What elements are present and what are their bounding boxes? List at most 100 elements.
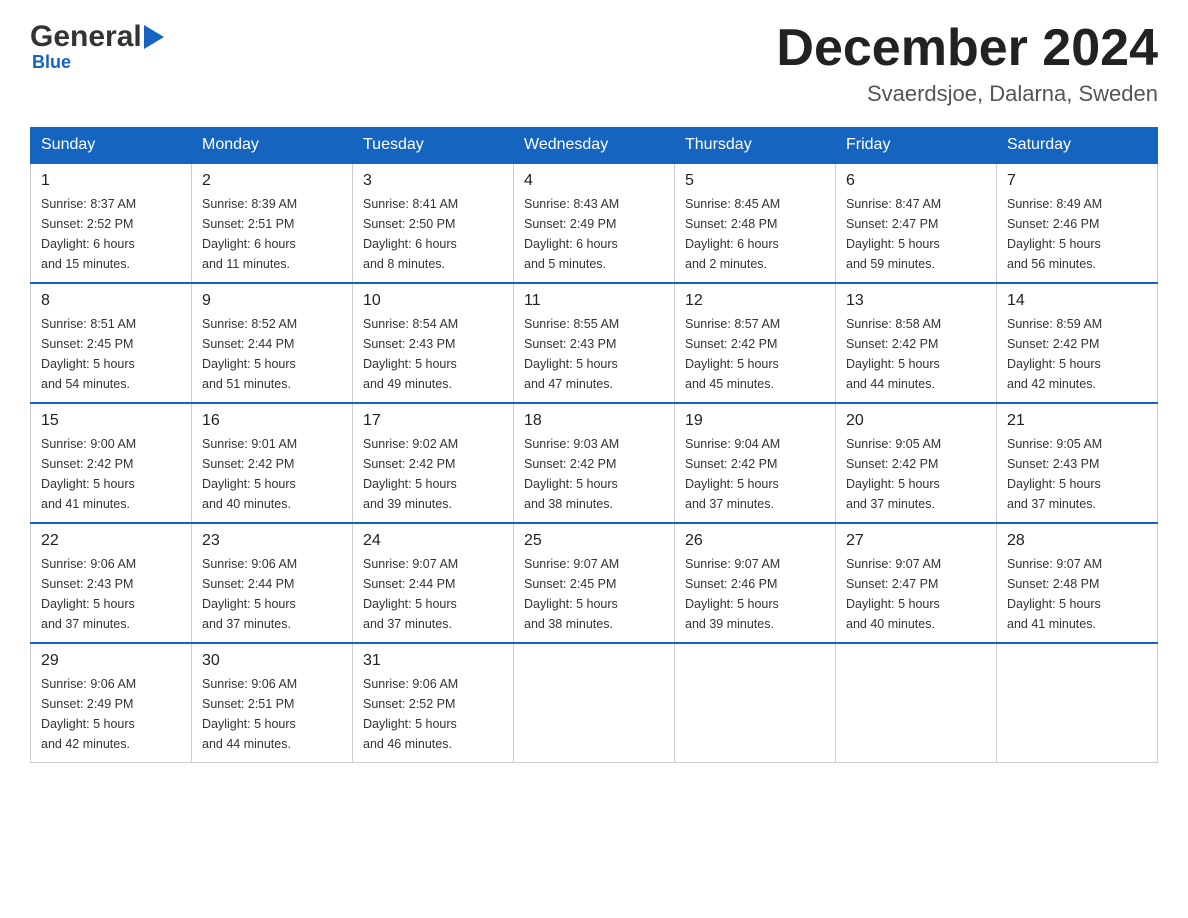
day-number: 12 <box>685 292 825 310</box>
day-info: Sunrise: 9:05 AMSunset: 2:42 PMDaylight:… <box>846 434 986 514</box>
calendar-week-row: 22 Sunrise: 9:06 AMSunset: 2:43 PMDayligh… <box>31 523 1158 643</box>
calendar-cell: 9Sunrise: 8:52 AMSunset: 2:44 PMDaylight… <box>192 283 353 403</box>
calendar-cell: 25Sunrise: 9:07 AMSunset: 2:45 PMDayligh… <box>514 523 675 643</box>
calendar-cell: 30Sunrise: 9:06 AMSunset: 2:51 PMDayligh… <box>192 643 353 763</box>
calendar-cell <box>675 643 836 763</box>
calendar-cell: 31Sunrise: 9:06 AMSunset: 2:52 PMDayligh… <box>353 643 514 763</box>
day-info: Sunrise: 9:06 AMSunset: 2:49 PMDaylight:… <box>41 674 181 754</box>
calendar-cell: 13Sunrise: 8:58 AMSunset: 2:42 PMDayligh… <box>836 283 997 403</box>
day-number: 24 <box>363 532 503 550</box>
day-number: 23 <box>202 532 342 550</box>
day-of-week-header: Monday <box>192 128 353 164</box>
calendar-cell: 19 Sunrise: 9:04 AMSunset: 2:42 PMDayligh… <box>675 403 836 523</box>
calendar-cell: 24 Sunrise: 9:07 AMSunset: 2:44 PMDayligh… <box>353 523 514 643</box>
day-of-week-header: Sunday <box>31 128 192 164</box>
day-info: Sunrise: 8:47 AMSunset: 2:47 PMDaylight:… <box>846 194 986 274</box>
day-number: 19 <box>685 412 825 430</box>
day-number: 22 <box>41 532 181 550</box>
day-number: 28 <box>1007 532 1147 550</box>
day-info: Sunrise: 9:07 AMSunset: 2:48 PMDaylight:… <box>1007 554 1147 634</box>
day-info: Sunrise: 8:57 AMSunset: 2:42 PMDaylight:… <box>685 314 825 394</box>
calendar-cell: 27Sunrise: 9:07 AMSunset: 2:47 PMDayligh… <box>836 523 997 643</box>
calendar-cell: 6 Sunrise: 8:47 AMSunset: 2:47 PMDaylight… <box>836 163 997 283</box>
calendar-cell <box>997 643 1158 763</box>
day-of-week-header: Thursday <box>675 128 836 164</box>
day-number: 11 <box>524 292 664 310</box>
day-of-week-header: Tuesday <box>353 128 514 164</box>
day-info: Sunrise: 8:55 AMSunset: 2:43 PMDaylight:… <box>524 314 664 394</box>
calendar-cell: 12 Sunrise: 8:57 AMSunset: 2:42 PMDayligh… <box>675 283 836 403</box>
calendar-week-row: 29 Sunrise: 9:06 AMSunset: 2:49 PMDayligh… <box>31 643 1158 763</box>
day-info: Sunrise: 9:07 AMSunset: 2:45 PMDaylight:… <box>524 554 664 634</box>
calendar-cell: 29 Sunrise: 9:06 AMSunset: 2:49 PMDayligh… <box>31 643 192 763</box>
day-number: 4 <box>524 172 664 190</box>
calendar-cell: 16 Sunrise: 9:01 AMSunset: 2:42 PMDayligh… <box>192 403 353 523</box>
calendar-cell: 26 Sunrise: 9:07 AMSunset: 2:46 PMDayligh… <box>675 523 836 643</box>
day-number: 17 <box>363 412 503 430</box>
day-info: Sunrise: 8:52 AMSunset: 2:44 PMDaylight:… <box>202 314 342 394</box>
day-number: 18 <box>524 412 664 430</box>
day-info: Sunrise: 8:58 AMSunset: 2:42 PMDaylight:… <box>846 314 986 394</box>
day-info: Sunrise: 9:00 AMSunset: 2:42 PMDaylight:… <box>41 434 181 514</box>
day-number: 16 <box>202 412 342 430</box>
calendar-cell: 8 Sunrise: 8:51 AMSunset: 2:45 PMDaylight… <box>31 283 192 403</box>
day-info: Sunrise: 9:07 AMSunset: 2:46 PMDaylight:… <box>685 554 825 634</box>
day-info: Sunrise: 8:54 AMSunset: 2:43 PMDaylight:… <box>363 314 503 394</box>
day-info: Sunrise: 8:45 AMSunset: 2:48 PMDaylight:… <box>685 194 825 274</box>
calendar-cell: 2Sunrise: 8:39 AMSunset: 2:51 PMDaylight… <box>192 163 353 283</box>
day-info: Sunrise: 9:02 AMSunset: 2:42 PMDaylight:… <box>363 434 503 514</box>
calendar-week-row: 8 Sunrise: 8:51 AMSunset: 2:45 PMDaylight… <box>31 283 1158 403</box>
day-info: Sunrise: 8:37 AMSunset: 2:52 PMDaylight:… <box>41 194 181 274</box>
calendar-cell: 18Sunrise: 9:03 AMSunset: 2:42 PMDayligh… <box>514 403 675 523</box>
day-of-week-header: Saturday <box>997 128 1158 164</box>
page-subtitle: Svaerdsjoe, Dalarna, Sweden <box>776 81 1158 107</box>
day-number: 29 <box>41 652 181 670</box>
logo-arrow-icon <box>144 25 164 49</box>
day-info: Sunrise: 9:07 AMSunset: 2:44 PMDaylight:… <box>363 554 503 634</box>
day-number: 15 <box>41 412 181 430</box>
calendar-cell: 10 Sunrise: 8:54 AMSunset: 2:43 PMDayligh… <box>353 283 514 403</box>
day-info: Sunrise: 8:51 AMSunset: 2:45 PMDaylight:… <box>41 314 181 394</box>
day-number: 26 <box>685 532 825 550</box>
logo-general-text: General <box>30 20 142 54</box>
day-info: Sunrise: 9:04 AMSunset: 2:42 PMDaylight:… <box>685 434 825 514</box>
title-section: December 2024 Svaerdsjoe, Dalarna, Swede… <box>776 20 1158 107</box>
calendar-cell: 15 Sunrise: 9:00 AMSunset: 2:42 PMDayligh… <box>31 403 192 523</box>
day-info: Sunrise: 8:59 AMSunset: 2:42 PMDaylight:… <box>1007 314 1147 394</box>
calendar-cell: 7Sunrise: 8:49 AMSunset: 2:46 PMDaylight… <box>997 163 1158 283</box>
day-number: 5 <box>685 172 825 190</box>
day-of-week-header: Friday <box>836 128 997 164</box>
page-title: December 2024 <box>776 20 1158 77</box>
day-number: 27 <box>846 532 986 550</box>
calendar-cell: 14 Sunrise: 8:59 AMSunset: 2:42 PMDayligh… <box>997 283 1158 403</box>
day-info: Sunrise: 9:06 AMSunset: 2:43 PMDaylight:… <box>41 554 181 634</box>
day-info: Sunrise: 8:43 AMSunset: 2:49 PMDaylight:… <box>524 194 664 274</box>
calendar-week-row: 15 Sunrise: 9:00 AMSunset: 2:42 PMDayligh… <box>31 403 1158 523</box>
day-number: 10 <box>363 292 503 310</box>
calendar-cell <box>514 643 675 763</box>
day-of-week-header: Wednesday <box>514 128 675 164</box>
day-info: Sunrise: 8:39 AMSunset: 2:51 PMDaylight:… <box>202 194 342 274</box>
calendar-table: SundayMondayTuesdayWednesdayThursdayFrid… <box>30 127 1158 763</box>
calendar-cell <box>836 643 997 763</box>
day-number: 8 <box>41 292 181 310</box>
day-number: 14 <box>1007 292 1147 310</box>
day-info: Sunrise: 9:06 AMSunset: 2:52 PMDaylight:… <box>363 674 503 754</box>
day-info: Sunrise: 9:06 AMSunset: 2:44 PMDaylight:… <box>202 554 342 634</box>
calendar-week-row: 1 Sunrise: 8:37 AMSunset: 2:52 PMDaylight… <box>31 163 1158 283</box>
calendar-cell: 5 Sunrise: 8:45 AMSunset: 2:48 PMDaylight… <box>675 163 836 283</box>
calendar-cell: 22 Sunrise: 9:06 AMSunset: 2:43 PMDayligh… <box>31 523 192 643</box>
logo-blue-text: Blue <box>30 52 71 73</box>
calendar-header-row: SundayMondayTuesdayWednesdayThursdayFrid… <box>31 128 1158 164</box>
calendar-cell: 1 Sunrise: 8:37 AMSunset: 2:52 PMDaylight… <box>31 163 192 283</box>
day-number: 30 <box>202 652 342 670</box>
day-info: Sunrise: 9:01 AMSunset: 2:42 PMDaylight:… <box>202 434 342 514</box>
calendar-cell: 23 Sunrise: 9:06 AMSunset: 2:44 PMDayligh… <box>192 523 353 643</box>
calendar-cell: 28 Sunrise: 9:07 AMSunset: 2:48 PMDayligh… <box>997 523 1158 643</box>
calendar-cell: 3Sunrise: 8:41 AMSunset: 2:50 PMDaylight… <box>353 163 514 283</box>
day-number: 6 <box>846 172 986 190</box>
calendar-cell: 11 Sunrise: 8:55 AMSunset: 2:43 PMDayligh… <box>514 283 675 403</box>
day-number: 1 <box>41 172 181 190</box>
day-number: 7 <box>1007 172 1147 190</box>
page-header: General Blue December 2024 Svaerdsjoe, D… <box>30 20 1158 107</box>
